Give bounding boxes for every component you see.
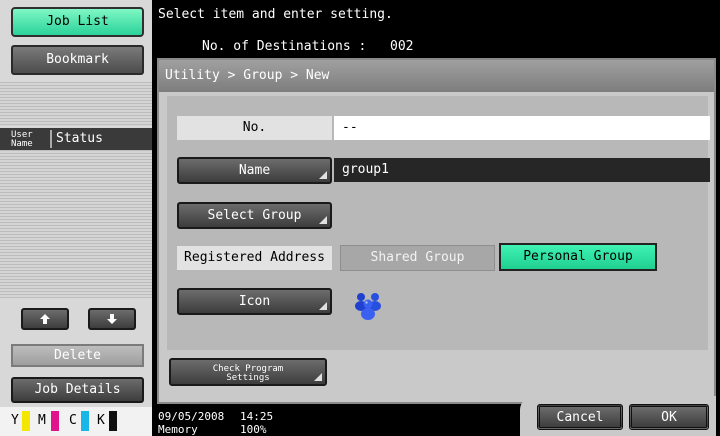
breadcrumb: Utility > Group > New [159, 60, 714, 92]
delete-button[interactable]: Delete [11, 344, 144, 367]
column-divider [50, 130, 52, 148]
cancel-button[interactable]: Cancel [537, 404, 623, 430]
toner-m-level [51, 411, 59, 431]
name-value: group1 [334, 158, 710, 182]
job-details-button[interactable]: Job Details [11, 377, 144, 403]
up-arrow-icon [40, 314, 50, 324]
column-user-name: User Name [11, 131, 33, 149]
date: 09/05/2008 [158, 410, 225, 423]
left-panel: Job List Bookmark User Name Status Delet… [0, 0, 152, 436]
scroll-up-button[interactable] [21, 308, 69, 330]
toner-c-label: C [69, 413, 77, 428]
instruction-message: Select item and enter setting. [158, 7, 393, 22]
column-status: Status [56, 131, 103, 146]
bookmark-button[interactable]: Bookmark [11, 45, 144, 75]
ok-button[interactable]: OK [629, 404, 709, 430]
time: 14:25 [240, 410, 274, 423]
group-people-icon [352, 289, 386, 321]
toner-y-level [22, 411, 30, 431]
toner-k-label: K [97, 413, 105, 428]
memory-label: Memory [158, 423, 198, 436]
group-new-panel: Utility > Group > New No. -- Name group1… [157, 58, 716, 404]
job-list-header: User Name Status [0, 128, 152, 150]
down-arrow-icon [107, 314, 117, 324]
no-label: No. [177, 116, 332, 140]
memory-value: 100% [240, 423, 267, 436]
toner-m-label: M [38, 413, 46, 428]
job-list-area[interactable] [0, 150, 152, 298]
check-program-line2: Settings [226, 373, 270, 383]
toner-status: Y M C K [0, 407, 152, 436]
registered-address-label: Registered Address [177, 246, 332, 270]
settings-area: No. -- Name group1 Select Group Register… [167, 96, 710, 350]
shared-group-option[interactable]: Shared Group [340, 245, 495, 271]
toner-c-level [81, 411, 89, 431]
icon-button[interactable]: Icon [177, 288, 332, 315]
scroll-down-button[interactable] [88, 308, 136, 330]
left-divider [0, 82, 152, 126]
toner-y-label: Y [11, 413, 19, 428]
column-user-line2: Name [11, 139, 33, 149]
personal-group-option[interactable]: Personal Group [499, 243, 657, 271]
job-list-button[interactable]: Job List [11, 7, 144, 37]
toner-k-level [109, 411, 117, 431]
name-button[interactable]: Name [177, 157, 332, 184]
destinations-count: 002 [390, 39, 414, 54]
no-value: -- [334, 116, 710, 140]
check-program-settings-button[interactable]: Check Program Settings [169, 358, 327, 386]
destinations-label: No. of Destinations : [202, 39, 367, 54]
select-group-button[interactable]: Select Group [177, 202, 332, 229]
